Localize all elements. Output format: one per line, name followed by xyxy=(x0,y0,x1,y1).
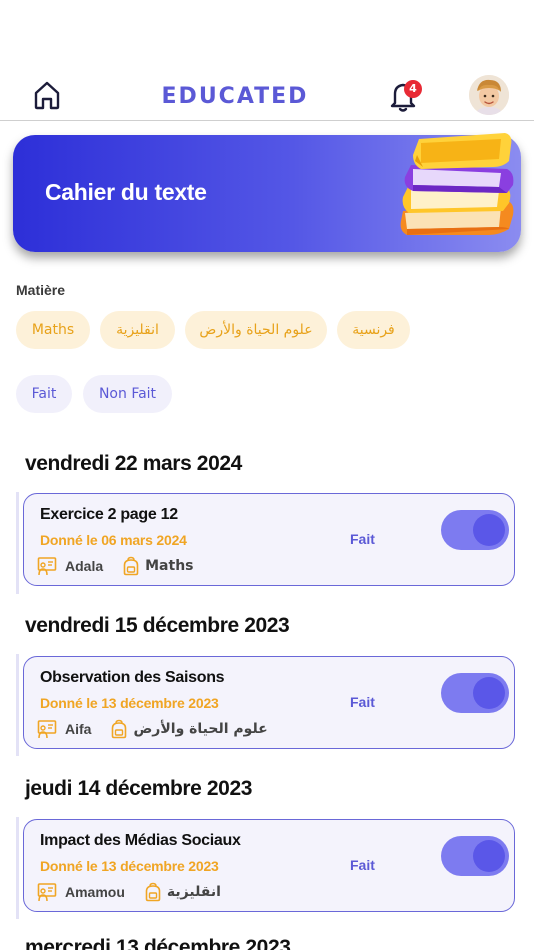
app-header: EDUCATED 4 xyxy=(0,70,534,120)
page-title: Cahier du texte xyxy=(45,179,207,205)
homework-meta: Amamou انقليزية xyxy=(37,881,221,903)
notification-badge: 4 xyxy=(404,80,422,98)
day-heading: vendredi 22 mars 2024 xyxy=(25,452,242,475)
toggle-knob xyxy=(473,514,505,546)
done-toggle[interactable] xyxy=(441,836,509,876)
subject-filter-label: Matière xyxy=(16,282,66,298)
day-heading: jeudi 14 décembre 2023 xyxy=(25,777,252,800)
subject-chip-french[interactable]: فرنسية xyxy=(337,311,410,349)
timeline-line xyxy=(16,492,19,594)
homework-meta: Aifa علوم الحياة والأرض xyxy=(37,718,268,740)
teacher-name: Adala xyxy=(65,558,104,574)
subject-chip-maths[interactable]: Maths xyxy=(16,311,90,349)
toggle-knob xyxy=(473,840,505,872)
teacher-icon xyxy=(37,720,57,739)
teacher-icon xyxy=(37,557,57,576)
teacher-name: Aifa xyxy=(65,721,92,737)
homework-meta: Adala Maths xyxy=(37,555,194,577)
page-banner: Cahier du texte xyxy=(13,133,521,252)
avatar-image xyxy=(469,75,509,115)
day-heading: vendredi 15 décembre 2023 xyxy=(25,614,290,637)
homework-card[interactable]: Observation des Saisons Donné le 13 déce… xyxy=(23,656,515,749)
homework-given-date: Donné le 13 décembre 2023 xyxy=(40,695,219,711)
status-label: Fait xyxy=(350,531,375,547)
homework-card[interactable]: Exercice 2 page 12 Donné le 06 mars 2024… xyxy=(23,493,515,586)
subject-chip-svt[interactable]: علوم الحياة والأرض xyxy=(185,311,327,349)
subject-name: انقليزية xyxy=(166,884,221,900)
subject-name: علوم الحياة والأرض xyxy=(133,721,268,737)
timeline-line xyxy=(16,817,19,919)
homework-title: Exercice 2 page 12 xyxy=(40,506,178,523)
home-icon xyxy=(34,81,60,110)
books-illustration xyxy=(400,133,514,235)
toggle-knob xyxy=(473,677,505,709)
avatar[interactable] xyxy=(469,75,509,115)
app-logo: EDUCATED xyxy=(161,84,309,109)
homework-card[interactable]: Impact des Médias Sociaux Donné le 13 dé… xyxy=(23,819,515,912)
day-heading: mercredi 13 décembre 2023 xyxy=(25,936,291,950)
timeline-line xyxy=(16,654,19,756)
status-label: Fait xyxy=(350,857,375,873)
done-toggle[interactable] xyxy=(441,510,509,550)
home-button[interactable] xyxy=(30,78,64,112)
done-toggle[interactable] xyxy=(441,673,509,713)
backpack-icon xyxy=(112,719,127,739)
homework-title: Observation des Saisons xyxy=(40,669,225,686)
teacher-name: Amamou xyxy=(65,884,125,900)
header-divider xyxy=(0,120,534,121)
teacher-icon xyxy=(37,883,57,902)
homework-given-date: Donné le 06 mars 2024 xyxy=(40,532,187,548)
backpack-icon xyxy=(123,556,139,576)
backpack-icon xyxy=(145,882,161,902)
status-label: Fait xyxy=(350,694,375,710)
status-chip-done[interactable]: Fait xyxy=(16,375,72,413)
homework-given-date: Donné le 13 décembre 2023 xyxy=(40,858,219,874)
status-chip-not-done[interactable]: Non Fait xyxy=(83,375,172,413)
subject-chip-english[interactable]: انقليزية xyxy=(100,311,175,349)
homework-title: Impact des Médias Sociaux xyxy=(40,832,241,849)
subject-name: Maths xyxy=(145,558,194,574)
